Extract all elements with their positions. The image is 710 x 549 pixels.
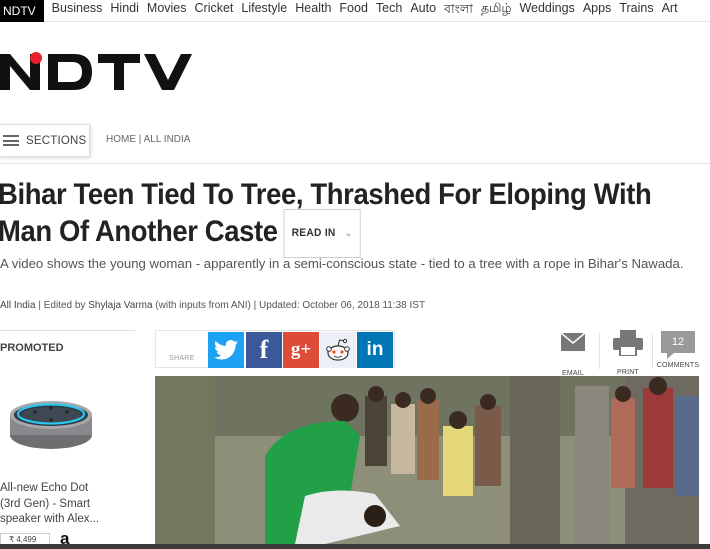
read-in-label: READ IN: [291, 227, 336, 239]
divider: [0, 163, 710, 164]
share-label: SHARE: [169, 355, 195, 362]
nav-item-art[interactable]: Art: [662, 1, 678, 21]
nav-item-apps[interactable]: Apps: [583, 1, 612, 21]
nav-item-business[interactable]: Business: [52, 1, 103, 21]
nav-item-lifestyle[interactable]: Lifestyle: [241, 1, 287, 21]
facebook-icon: f: [259, 335, 269, 364]
linkedin-share-button[interactable]: in: [357, 332, 393, 368]
facebook-share-button[interactable]: f: [246, 332, 282, 368]
byline-rest: (with inputs from ANI) | Updated: Octobe…: [152, 300, 426, 311]
twitter-icon: [214, 340, 238, 360]
video-frame-image: [155, 376, 699, 544]
sections-label: SECTIONS: [26, 134, 87, 147]
nav-item-auto[interactable]: Auto: [410, 1, 436, 21]
article-video[interactable]: [155, 376, 699, 544]
comment-bubble-icon: 12: [661, 331, 695, 359]
comments-label: COMMENTS: [656, 362, 700, 369]
google-plus-share-button[interactable]: g+: [283, 332, 319, 368]
nav-item-tech[interactable]: Tech: [376, 1, 402, 21]
comment-count: 12: [661, 331, 695, 353]
nav-brand-link[interactable]: NDTV: [0, 0, 44, 22]
promo-product-link[interactable]: All-new Echo Dot (3rd Gen) - Smart speak…: [0, 481, 110, 528]
ndtv-logo[interactable]: [0, 46, 200, 98]
logo-dot: [30, 52, 42, 64]
reddit-share-button[interactable]: [320, 332, 356, 368]
promo-divider: [0, 330, 135, 331]
tools-divider: [652, 333, 653, 369]
breadcrumb[interactable]: HOME | ALL INDIA: [106, 134, 190, 145]
email-button[interactable]: EMAIL: [551, 330, 595, 377]
category-link[interactable]: All India: [0, 300, 36, 311]
comments-button[interactable]: 12 COMMENTS: [656, 330, 700, 369]
print-button[interactable]: PRINT: [606, 330, 650, 376]
share-bar: SHARE f g+ in: [155, 330, 395, 368]
tools-divider: [599, 333, 600, 369]
top-nav: NDTV Business Hindi Movies Cricket Lifes…: [0, 0, 710, 22]
linkedin-icon: in: [366, 339, 384, 360]
nav-item-health[interactable]: Health: [295, 1, 331, 21]
nav-item-movies[interactable]: Movies: [147, 1, 187, 21]
printer-icon: [613, 330, 643, 357]
nav-items: Business Hindi Movies Cricket Lifestyle …: [44, 1, 678, 21]
reddit-icon: [326, 338, 350, 361]
article-headline: Bihar Teen Tied To Tree, Thrashed For El…: [0, 176, 654, 263]
byline-edited-prefix: | Edited by: [35, 300, 89, 311]
promoted-label: PROMOTED: [0, 342, 64, 354]
twitter-share-button[interactable]: [208, 332, 244, 368]
nav-item-food[interactable]: Food: [339, 1, 368, 21]
nav-item-trains[interactable]: Trains: [619, 1, 653, 21]
sections-button[interactable]: SECTIONS: [0, 124, 90, 157]
chevron-down-icon: ⌄: [344, 228, 353, 238]
nav-item-hindi[interactable]: Hindi: [110, 1, 139, 21]
read-in-button[interactable]: READ IN ⌄: [283, 209, 361, 258]
article-summary: A video shows the young woman - apparent…: [0, 256, 684, 271]
nav-item-weddings[interactable]: Weddings: [519, 1, 574, 21]
envelope-icon: [560, 332, 586, 351]
bottom-bar: [0, 544, 710, 549]
hamburger-icon: [3, 135, 19, 146]
editor-link[interactable]: Shylaja Varma: [88, 300, 152, 311]
nav-item-cricket[interactable]: Cricket: [195, 1, 234, 21]
print-label: PRINT: [617, 369, 639, 376]
nav-item-tamil[interactable]: தமிழ்: [481, 1, 512, 21]
google-plus-icon: g+: [290, 339, 312, 360]
echo-dot-image[interactable]: [8, 393, 94, 451]
nav-item-bangla[interactable]: বাংলা: [444, 1, 473, 21]
article-byline: All India | Edited by Shylaja Varma (wit…: [0, 300, 425, 311]
